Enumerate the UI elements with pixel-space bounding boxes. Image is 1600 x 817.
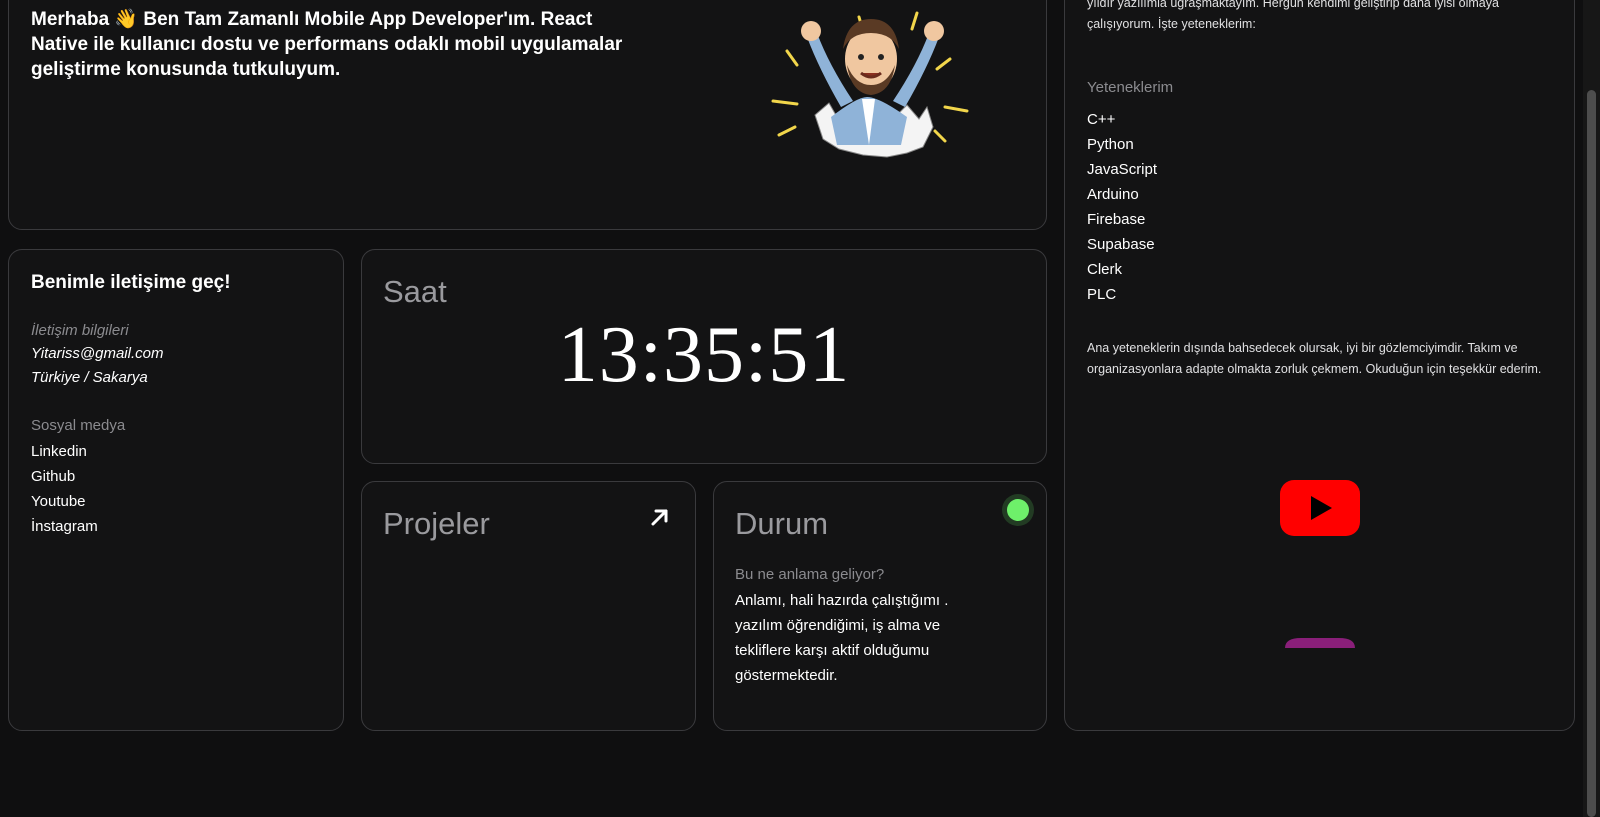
clock-title: Saat [383,274,447,309]
about-outro-text: Ana yeteneklerin dışında bahsedecek olur… [1087,341,1542,376]
scrollbar-thumb[interactable] [1587,90,1596,817]
intro-line-3: geliştirme konusunda tutkuluyum. [31,59,341,80]
page: Merhaba 👋 Ben Tam Zamanlı Mobile App Dev… [0,0,1600,817]
skills-list: C++ Python JavaScript Arduino Firebase S… [1087,107,1157,307]
status-description: Anlamı, hali hazırda çalıştığımı . yazıl… [735,592,949,684]
projects-card[interactable]: Projeler [361,481,696,731]
skill-item: PLC [1087,286,1117,303]
social-link-instagram[interactable]: İnstagram [31,514,98,539]
contact-card: Benimle iletişime geç! İletişim bilgiler… [8,249,344,731]
intro-card: Merhaba 👋 Ben Tam Zamanlı Mobile App Dev… [8,0,1047,230]
status-question: Bu ne anlama geliyor? [735,566,885,583]
status-indicator-icon [1002,494,1034,526]
skill-item: Firebase [1087,211,1146,228]
projects-title: Projeler [383,506,490,541]
contact-title: Benimle iletişime geç! [31,272,231,293]
contact-location: Türkiye / Sakarya [31,369,148,386]
contact-info-label: İletişim bilgileri [31,322,129,339]
avatar [767,7,977,177]
skill-item: Python [1087,136,1134,153]
skills-label: Yeteneklerim [1087,79,1174,96]
skill-item: C++ [1087,111,1116,128]
page-scrollbar[interactable] [1583,0,1600,817]
status-title: Durum [735,506,829,541]
contact-email[interactable]: Yitariss@gmail.com [31,345,163,362]
social-media-label: Sosyal medya [31,417,126,434]
clock-time: 13:35:51 [557,311,851,399]
about-intro-line-2: çalışıyorum. İşte yeteneklerim: [1087,17,1256,31]
instagram-icon[interactable] [1285,638,1355,648]
about-intro-line-1: yıldır yazılımla uğraşmaktayım. Hergün k… [1087,0,1499,10]
skill-item: Supabase [1087,236,1155,253]
social-link-youtube[interactable]: Youtube [31,489,98,514]
avatar-illustration [771,11,969,158]
social-links: Linkedin Github Youtube İnstagram [31,439,98,539]
skill-item: Clerk [1087,261,1123,278]
skill-item: Arduino [1087,186,1139,203]
about-card: yıldır yazılımla uğraşmaktayım. Hergün k… [1064,0,1575,731]
intro-text: Merhaba 👋 Ben Tam Zamanlı Mobile App Dev… [31,7,711,82]
social-link-linkedin[interactable]: Linkedin [31,439,98,464]
social-link-github[interactable]: Github [31,464,98,489]
clock-card: Saat 13:35:51 [361,249,1047,464]
intro-line-2: Native ile kullanıcı dostu ve performans… [31,34,623,55]
status-card: Durum Bu ne anlama geliyor? Anlamı, hali… [713,481,1047,731]
about-intro-text: yıldır yazılımla uğraşmaktayım. Hergün k… [1087,0,1557,35]
intro-line-1: Merhaba 👋 Ben Tam Zamanlı Mobile App Dev… [31,9,593,30]
arrow-up-right-icon[interactable] [649,506,671,528]
skill-item: JavaScript [1087,161,1158,178]
youtube-icon[interactable] [1280,480,1360,536]
